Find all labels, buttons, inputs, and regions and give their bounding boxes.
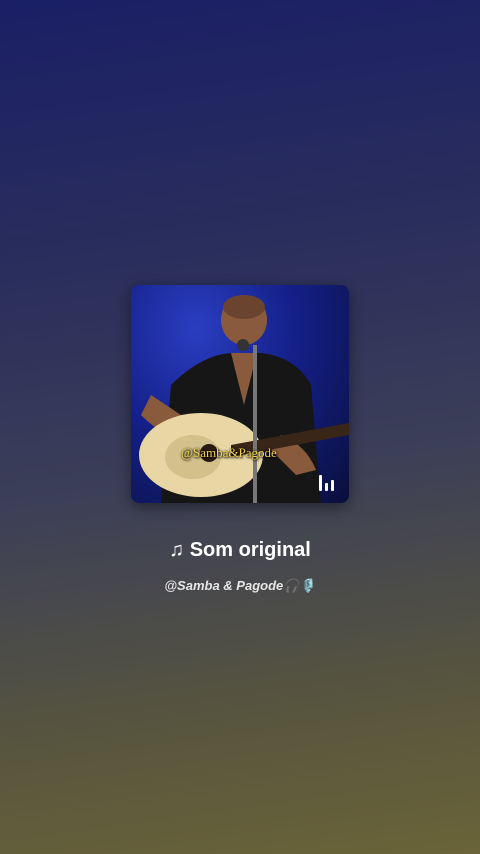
cover-watermark: @Samba&Pagode	[181, 445, 277, 460]
cover-artwork	[139, 295, 349, 503]
track-title: Som original	[189, 539, 311, 561]
equalizer-icon	[319, 475, 337, 491]
artist-emojis: 🎧🎙️	[283, 578, 316, 593]
track-title-row[interactable]: ♫ Som original	[0, 539, 480, 562]
album-cover[interactable]: @Samba&Pagode	[131, 285, 349, 503]
track-artist: @Samba & Pagode	[164, 578, 284, 593]
music-note-icon: ♫	[169, 539, 185, 561]
track-artist-row[interactable]: @Samba & Pagode🎧🎙️	[0, 578, 480, 594]
